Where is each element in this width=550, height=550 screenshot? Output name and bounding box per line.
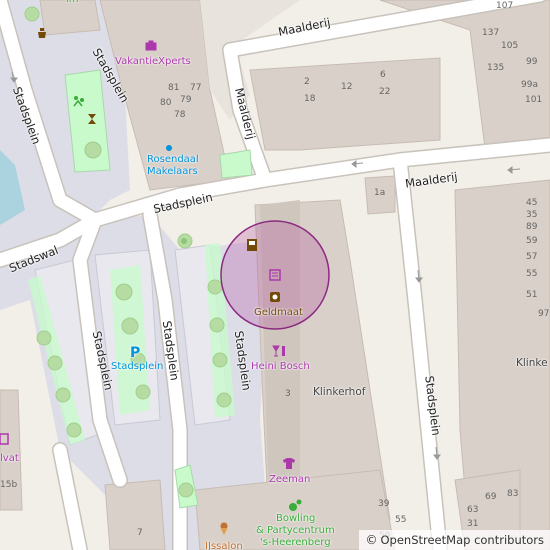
- house-number: 59: [526, 236, 538, 246]
- klinkerhof-right-label: Klinke: [516, 357, 548, 369]
- makelaars-label-line2: Makelaars: [147, 166, 198, 177]
- clothes-icon[interactable]: [282, 456, 296, 470]
- house-number: 2: [304, 77, 310, 87]
- house-number: 99a: [521, 80, 538, 90]
- house-number: 55: [526, 269, 538, 279]
- parking-label: Stadsplein: [111, 361, 164, 372]
- bowling-label-line2: & Partycentrum: [256, 525, 335, 536]
- house-number: 69: [485, 492, 497, 502]
- house-number: 7: [137, 528, 143, 538]
- bowling-label-line1: Bowling: [276, 513, 316, 524]
- attribution-link[interactable]: OpenStreetMap contributors: [380, 533, 544, 547]
- heini-bosch-label: Heini Bosch: [251, 361, 310, 372]
- shop-edge-icon[interactable]: [0, 432, 12, 446]
- top-left-cut-label: lm: [66, 0, 79, 5]
- house-number: 77: [190, 83, 202, 93]
- makelaars-icon[interactable]: [164, 143, 174, 153]
- vakantiexperts-icon[interactable]: [144, 38, 158, 52]
- atm-icon[interactable]: [245, 238, 259, 252]
- house-number: 78: [174, 110, 186, 120]
- house-number: 63: [467, 505, 479, 515]
- issalon-label: IJssalon: [205, 541, 243, 550]
- map-attribution[interactable]: © OpenStreetMap contributors: [359, 530, 550, 550]
- house-number: 57: [526, 252, 538, 262]
- house-number: 35: [526, 210, 538, 220]
- klinkerhof-label: Klinkerhof: [313, 386, 366, 398]
- shop-icon[interactable]: [268, 268, 282, 282]
- copyright-icon: ©: [365, 533, 378, 547]
- house-number: 51: [526, 290, 538, 300]
- house-number: 31: [467, 519, 479, 529]
- house-number: 3: [285, 389, 291, 399]
- house-number: 81: [168, 83, 180, 93]
- wine-icon[interactable]: [271, 344, 289, 358]
- house-number: 79: [180, 95, 192, 105]
- map-canvas[interactable]: Maalderij Maalderij Maalderij Stadsplein…: [0, 0, 550, 550]
- house-number: 80: [160, 98, 172, 108]
- house-number: 83: [507, 489, 519, 499]
- house-number: 22: [379, 87, 391, 97]
- house-number: 89: [526, 222, 538, 232]
- house-number: 107: [496, 1, 514, 11]
- geldmaat-label: Geldmaat: [254, 307, 303, 318]
- house-number: 101: [525, 95, 543, 105]
- house-number: 135: [487, 63, 505, 73]
- house-number: 55: [395, 515, 407, 525]
- house-number: 6: [380, 70, 386, 80]
- house-number: 18: [304, 94, 316, 104]
- hourglass-icon[interactable]: [85, 112, 99, 126]
- makelaars-label-line1: Rosendaal: [147, 154, 199, 165]
- house-number: 15b: [0, 480, 18, 490]
- bowling-icon[interactable]: [288, 498, 302, 512]
- house-number: 99: [526, 57, 538, 67]
- house-number: 97: [538, 309, 550, 319]
- house-number: 1a: [374, 188, 386, 198]
- house-number: 39: [378, 499, 390, 509]
- parking-symbol[interactable]: P: [130, 346, 140, 360]
- icecream-icon[interactable]: [217, 522, 231, 536]
- bowling-label-line3: 's-Heerenberg: [260, 537, 331, 548]
- vakantiexperts-label: VakantieXperts: [115, 56, 191, 67]
- house-number: 105: [501, 41, 519, 51]
- geldmaat-icon[interactable]: [268, 290, 282, 304]
- playground-icon[interactable]: [72, 94, 86, 108]
- lvat-label: lvat: [0, 453, 19, 464]
- house-number: 12: [341, 82, 353, 92]
- bakery-icon[interactable]: [35, 26, 49, 40]
- house-number: 137: [482, 28, 500, 38]
- house-number: 45: [526, 198, 538, 208]
- zeeman-label: Zeeman: [269, 474, 311, 485]
